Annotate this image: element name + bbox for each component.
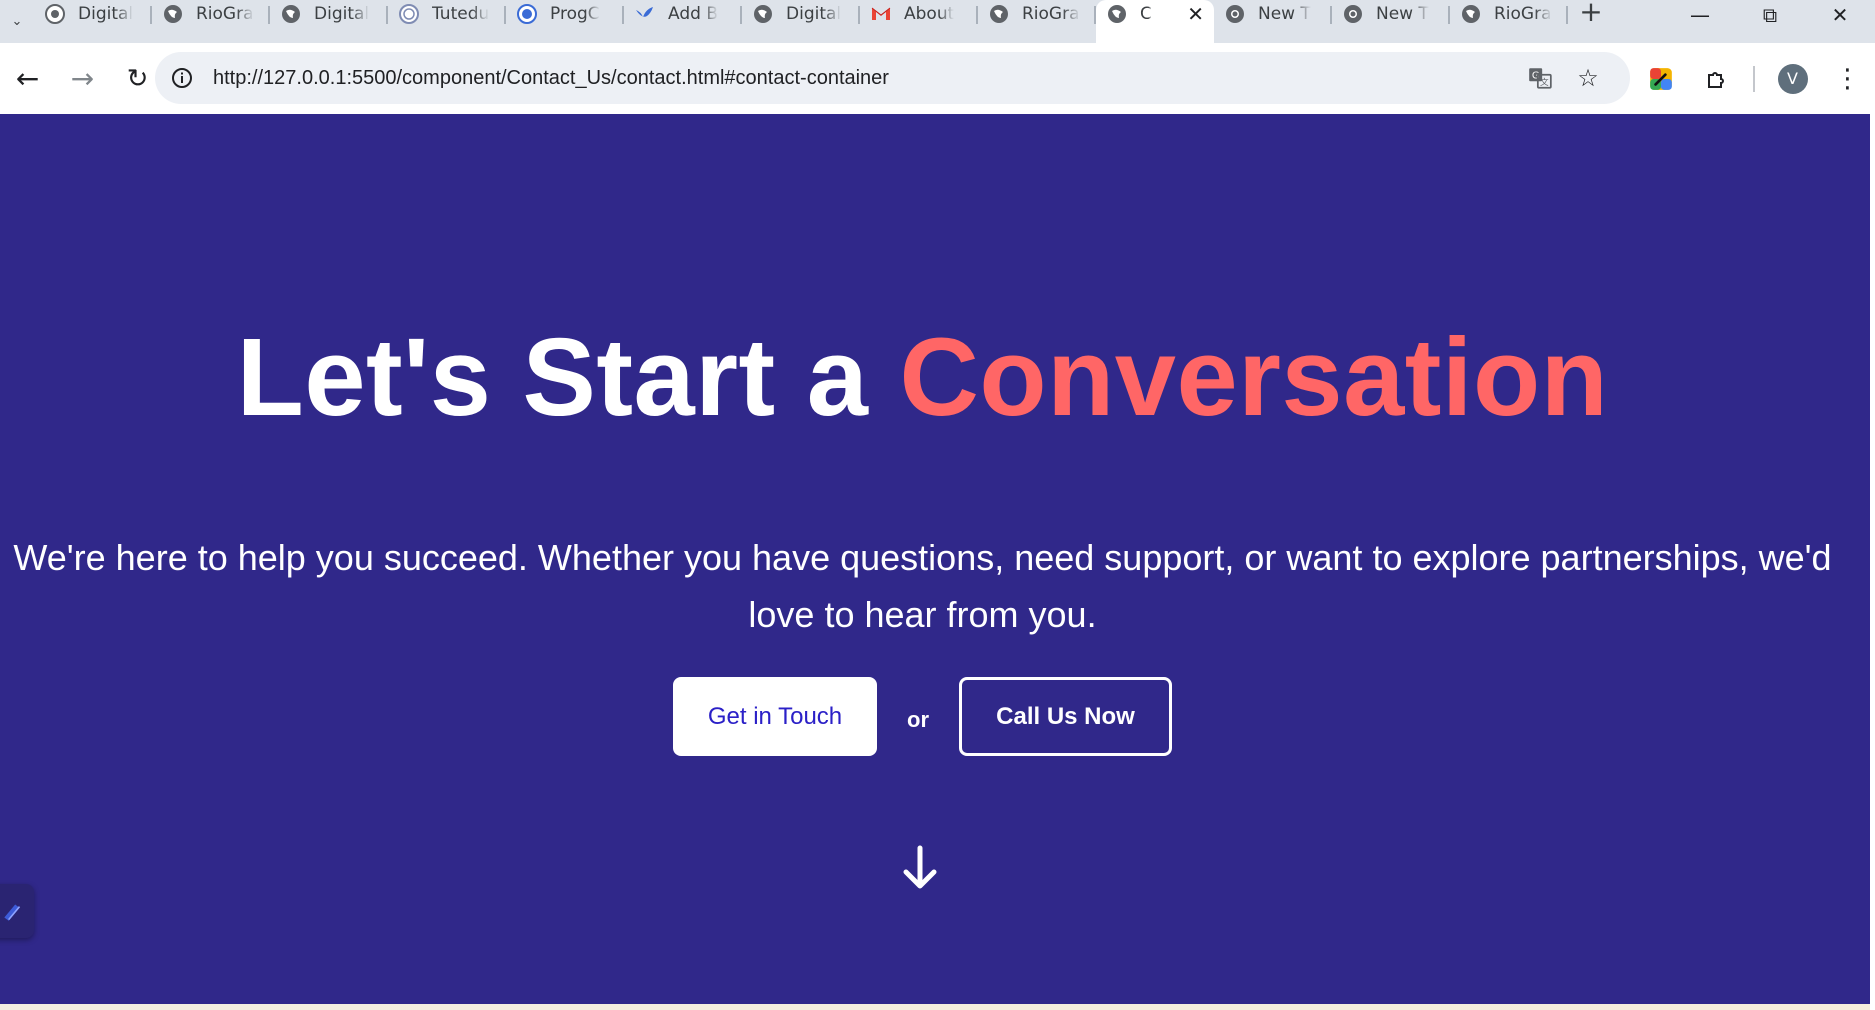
restore-icon[interactable]: ⧉: [1735, 0, 1805, 30]
page-edge: [1870, 114, 1875, 1010]
close-window-icon[interactable]: ✕: [1805, 0, 1875, 30]
browser-toolbar: ← → ↻ http://127.0.0.1:5500/component/Co…: [0, 43, 1875, 114]
tab-about-gmail[interactable]: About: [860, 0, 978, 28]
url-text[interactable]: http://127.0.0.1:5500/component/Contact_…: [213, 67, 889, 90]
tab-title: About: [904, 4, 955, 24]
page-bottom-edge: [0, 1004, 1870, 1010]
site-info-icon[interactable]: [167, 63, 197, 93]
hero-description: We're here to help you succeed. Whether …: [13, 537, 1832, 635]
bird-icon: [632, 1, 658, 27]
profile-avatar[interactable]: V: [1765, 51, 1820, 106]
cta-row: Get in Touch or Call Us Now: [0, 677, 1845, 756]
globe-icon: [1104, 1, 1130, 27]
tab-title: RioGra: [1494, 4, 1552, 24]
tab-new-tab-2[interactable]: New T: [1332, 0, 1450, 28]
get-in-touch-button[interactable]: Get in Touch: [673, 677, 877, 756]
globe-icon: [986, 1, 1012, 27]
tab-digital-3[interactable]: Digital: [742, 0, 860, 28]
tab-title: Digital: [78, 4, 134, 24]
chrome-icon: [1222, 1, 1248, 27]
tab-title: C: [1140, 4, 1152, 24]
or-divider-text: or: [907, 706, 929, 732]
tab-title: ProgC: [550, 4, 600, 24]
tab-riogra-3[interactable]: RioGra: [1450, 0, 1568, 28]
globe-icon: [278, 1, 304, 27]
tab-digital-2[interactable]: Digital: [270, 0, 388, 28]
window-controls: — ⧉ ✕: [1665, 0, 1875, 43]
tab-riogra-2[interactable]: RioGra: [978, 0, 1096, 28]
hero-title: Let's Start a Conversation: [0, 314, 1845, 441]
tab-digital-1[interactable]: Digital: [34, 0, 152, 28]
globe-icon: [514, 1, 540, 27]
globe-icon: [750, 1, 776, 27]
tab-title: Add B: [668, 4, 718, 24]
color-picker-extension-icon[interactable]: [1633, 51, 1688, 106]
avatar: V: [1777, 63, 1808, 94]
globe-icon: [160, 1, 186, 27]
tab-riogra-1[interactable]: RioGra: [152, 0, 270, 28]
tab-progc[interactable]: ProgC: [506, 0, 624, 28]
floating-side-widget[interactable]: [0, 884, 34, 938]
call-us-now-button[interactable]: Call Us Now: [959, 677, 1172, 756]
scroll-down-arrow-icon[interactable]: [898, 844, 942, 892]
hero-title-accent: Conversation: [899, 316, 1609, 439]
hero-title-plain: Let's Start a: [236, 316, 900, 439]
close-tab-icon[interactable]: ✕: [1187, 2, 1204, 26]
bookmark-star-icon[interactable]: ☆: [1564, 54, 1612, 102]
globe-icon: [42, 1, 68, 27]
more-menu-icon[interactable]: ⋮: [1820, 51, 1875, 106]
tab-add-b[interactable]: Add B: [624, 0, 742, 28]
chrome-icon: [1340, 1, 1366, 27]
extensions-puzzle-icon[interactable]: [1688, 51, 1743, 106]
minimize-icon[interactable]: —: [1665, 0, 1735, 30]
back-icon[interactable]: ←: [0, 51, 55, 106]
address-bar[interactable]: http://127.0.0.1:5500/component/Contact_…: [155, 52, 1630, 104]
tab-title: RioGra: [1022, 4, 1080, 24]
toolbar-right: V ⋮: [1633, 43, 1875, 114]
tab-title: New T: [1258, 4, 1311, 24]
browser-window: ⌄ Digital RioGra Digital Tutedu ProgC Ad…: [0, 0, 1875, 1010]
tab-new-tab-1[interactable]: New T: [1214, 0, 1332, 28]
tab-title: Digital: [786, 4, 842, 24]
globe-icon: [396, 1, 422, 27]
tab-title: RioGra: [196, 4, 254, 24]
tab-search-chevron-icon[interactable]: ⌄: [0, 0, 34, 43]
tab-title: Digital: [314, 4, 370, 24]
pencil-ruler-icon: [4, 904, 21, 921]
tab-title: New T: [1376, 4, 1429, 24]
forward-icon[interactable]: →: [55, 51, 110, 106]
toolbar-separator: [1753, 65, 1755, 92]
gmail-icon: [868, 1, 894, 27]
svg-text:文: 文: [1540, 76, 1549, 88]
globe-icon: [1458, 1, 1484, 27]
translate-icon[interactable]: G文: [1516, 54, 1564, 102]
tab-strip: ⌄ Digital RioGra Digital Tutedu ProgC Ad…: [0, 0, 1875, 43]
contact-hero-section: Let's Start a Conversation We're here to…: [0, 114, 1870, 1004]
tab-contact-active[interactable]: C ✕: [1096, 0, 1214, 43]
tab-tutedu[interactable]: Tutedu: [388, 0, 506, 28]
tab-title: Tutedu: [432, 4, 490, 24]
new-tab-button[interactable]: +: [1568, 0, 1614, 43]
